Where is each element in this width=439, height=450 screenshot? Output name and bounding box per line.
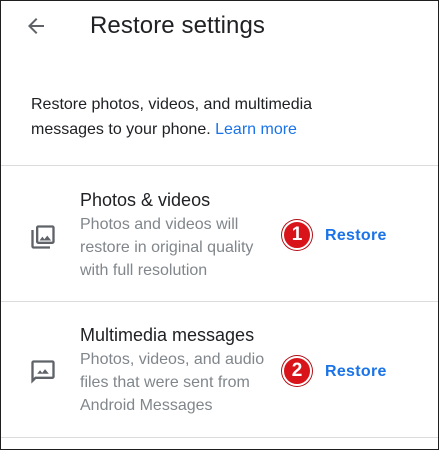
intro-description: Restore photos, videos, and multimedia m… [31, 92, 361, 142]
divider [1, 301, 438, 302]
restore-photos-button[interactable]: Restore [325, 227, 387, 245]
restore-settings-screen: Restore settings Restore photos, videos,… [0, 0, 439, 450]
back-button[interactable] [21, 11, 51, 41]
divider [1, 437, 438, 438]
multimedia-messages-title: Multimedia messages [80, 325, 255, 345]
step-2-badge: 2 [282, 356, 312, 386]
learn-more-link[interactable]: Learn more [215, 121, 297, 138]
photos-videos-title: Photos & videos [80, 190, 211, 210]
multimedia-messages-subtitle: Photos, videos, and audio files that wer… [80, 351, 265, 414]
divider [1, 165, 438, 166]
step-1-badge: 1 [282, 220, 312, 250]
page-title: Restore settings [90, 12, 266, 39]
arrow-back-icon [28, 18, 44, 34]
photo-library-icon [31, 225, 55, 249]
image-message-icon [31, 360, 55, 384]
photos-videos-subtitle: Photos and videos will restore in origin… [80, 216, 254, 279]
restore-messages-button[interactable]: Restore [325, 363, 387, 381]
app-bar: Restore settings [1, 1, 438, 59]
